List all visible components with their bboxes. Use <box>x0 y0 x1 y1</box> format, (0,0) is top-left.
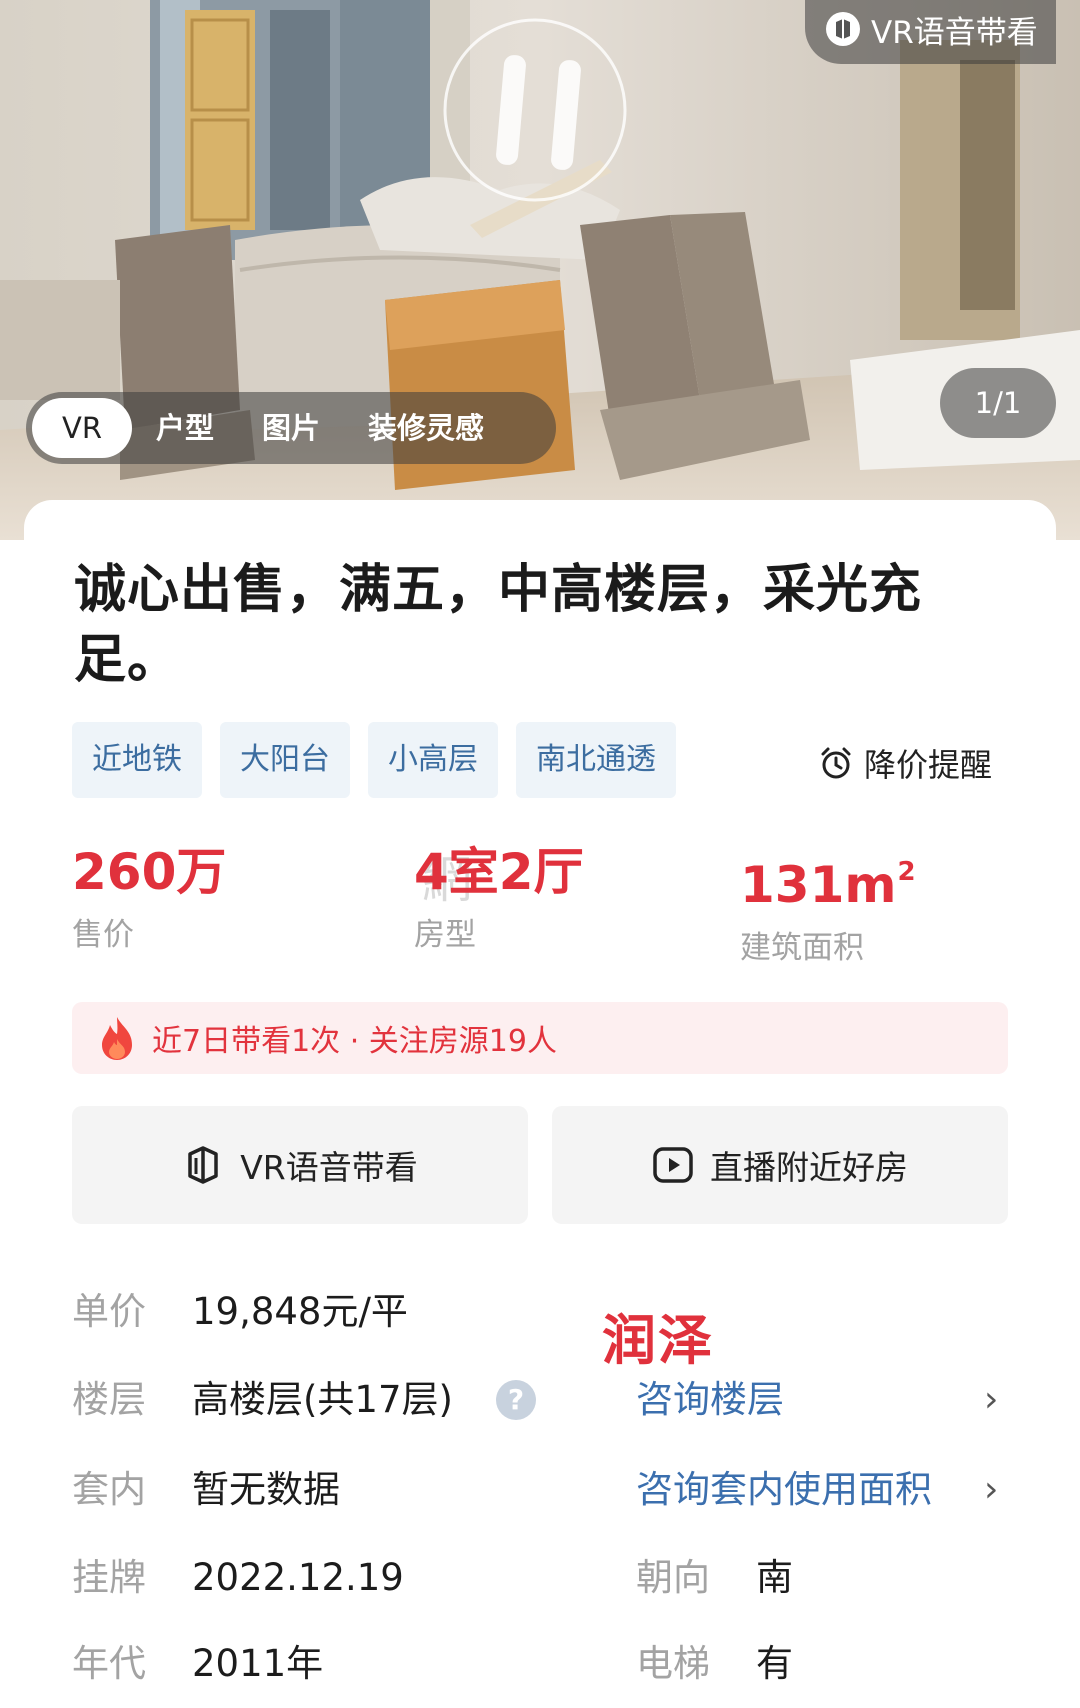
key-stats: 260万 售价 4室2厅 房型 131m2 建筑面积 <box>72 840 1032 966</box>
unit-price-value: 19,848元/平 <box>192 1290 408 1333</box>
live-video-icon <box>653 1147 693 1183</box>
ask-inner-area-link[interactable]: 咨询套内使用面积 <box>636 1460 932 1520</box>
year-value: 2011年 <box>192 1642 324 1685</box>
popularity-banner: 近7日带看1次 · 关注房源19人 <box>72 1002 1008 1074</box>
photo-counter: 1/1 <box>940 368 1056 438</box>
media-tab-bar: VR 户型 图片 装修灵感 <box>26 392 556 464</box>
area-unit-superscript: 2 <box>897 857 916 887</box>
price-drop-alert-button[interactable]: 降价提醒 <box>818 740 992 786</box>
tag-north-south: 南北通透 <box>516 722 676 798</box>
layout-label: 房型 <box>414 917 476 953</box>
price-value: 260万 <box>72 843 227 901</box>
vr-icon <box>826 12 860 46</box>
inner-area-value: 暂无数据 <box>192 1468 340 1511</box>
vr-voice-tour-button[interactable]: VR语音带看 <box>72 1106 528 1224</box>
tab-floorplan[interactable]: 户型 <box>132 398 238 458</box>
chevron-right-icon[interactable]: › <box>984 1460 998 1520</box>
floor-value: 高楼层(共17层) <box>192 1378 453 1421</box>
price-label: 售价 <box>72 917 134 953</box>
layout-value: 4室2厅 <box>414 843 584 901</box>
orientation-value: 南 <box>756 1556 793 1599</box>
alarm-clock-icon <box>821 747 851 779</box>
ask-floor-link[interactable]: 咨询楼层 <box>636 1370 784 1430</box>
tag-low-rise: 小高层 <box>368 722 498 798</box>
stat-area: 131m2 建筑面积 <box>740 840 916 973</box>
detail-row-floor: 楼层 高楼层(共17层) ? 咨询楼层 › <box>0 1370 1080 1430</box>
live-nearby-label: 直播附近好房 <box>710 1148 908 1187</box>
vr-cube-icon <box>188 1146 218 1184</box>
listing-photo[interactable]: VR语音带看 1/1 VR 户型 图片 装修灵感 <box>0 0 1080 540</box>
flame-icon <box>102 1017 132 1060</box>
inner-area-key: 套内 <box>72 1468 146 1511</box>
live-nearby-button[interactable]: 直播附近好房 <box>552 1106 1008 1224</box>
help-icon[interactable]: ? <box>496 1380 536 1420</box>
detail-row-listed: 挂牌 2022.12.19 朝向 南 <box>0 1548 1080 1608</box>
detail-row-year: 年代 2011年 电梯 有 <box>0 1634 1080 1694</box>
vr-voice-tour-label: VR语音带看 <box>240 1148 418 1187</box>
area-label: 建筑面积 <box>740 930 864 966</box>
tag-near-metro: 近地铁 <box>72 722 202 798</box>
tab-photos[interactable]: 图片 <box>238 398 344 458</box>
vr-voice-label: VR语音带看 <box>871 14 1038 51</box>
price-alert-label: 降价提醒 <box>864 746 993 784</box>
tag-big-balcony: 大阳台 <box>220 722 350 798</box>
detail-row-unit-price: 单价 19,848元/平 <box>0 1282 1080 1342</box>
vr-voice-tour-badge[interactable]: VR语音带看 <box>805 0 1056 64</box>
floor-key: 楼层 <box>72 1378 146 1421</box>
unit-price-key: 单价 <box>72 1290 146 1333</box>
listed-key: 挂牌 <box>72 1556 146 1599</box>
listing-title: 诚心出售，满五，中高楼层，采光充足。 <box>74 560 923 690</box>
feature-tags: 近地铁 大阳台 小高层 南北通透 <box>72 722 676 798</box>
stat-price: 260万 售价 <box>72 840 226 960</box>
listed-value: 2022.12.19 <box>192 1556 404 1599</box>
tab-vr[interactable]: VR <box>32 398 132 458</box>
tab-decor-ideas[interactable]: 装修灵感 <box>344 398 508 458</box>
area-value: 131m2 <box>740 840 916 917</box>
area-number: 131m <box>740 856 897 914</box>
chevron-right-icon[interactable]: › <box>984 1370 998 1430</box>
elevator-key: 电梯 <box>636 1642 710 1685</box>
orientation-key: 朝向 <box>636 1556 710 1599</box>
popularity-text: 近7日带看1次 · 关注房源19人 <box>152 1024 557 1059</box>
year-key: 年代 <box>72 1642 146 1685</box>
detail-row-inner-area: 套内 暂无数据 咨询套内使用面积 › <box>0 1460 1080 1520</box>
elevator-value: 有 <box>756 1642 793 1685</box>
stat-layout: 4室2厅 房型 <box>414 840 584 960</box>
